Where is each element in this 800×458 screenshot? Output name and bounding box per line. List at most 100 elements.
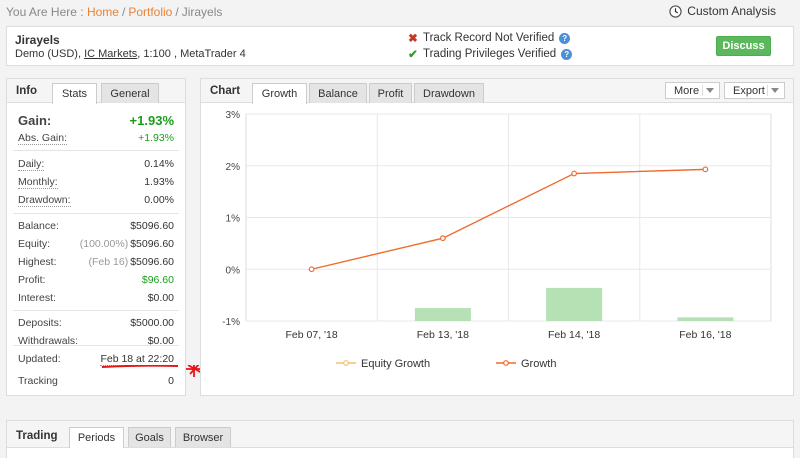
monthly-value: 1.93% [144, 176, 174, 188]
tab-browser[interactable]: Browser [175, 427, 231, 447]
tab-stats[interactable]: Stats [52, 83, 97, 104]
daily-value: 0.14% [144, 158, 174, 170]
legend-equity-label: Equity Growth [361, 358, 430, 370]
equity-label: Equity: [18, 238, 51, 250]
equity-row: Equity: (100.00%) $5096.60 [18, 238, 174, 250]
info-panel-header: Info Stats General [7, 79, 185, 104]
updated-label: Updated: [18, 353, 61, 365]
growth-point [439, 235, 446, 242]
help-icon[interactable]: ? [559, 32, 571, 44]
drawdown-label[interactable]: Drawdown: [18, 194, 71, 207]
account-header: Jirayels Demo (USD), IC Markets, 1:100 ,… [6, 26, 794, 66]
track-record-label: Track Record Not Verified [423, 32, 555, 44]
daily-row: Daily: 0.14% [18, 158, 174, 171]
breadcrumb-portfolio-link[interactable]: Portfolio [128, 5, 172, 19]
account-detail: Demo (USD), IC Markets, 1:100 , MetaTrad… [15, 48, 246, 60]
y-tick-label: -1% [222, 317, 240, 328]
breadcrumb-current: Jirayels [181, 5, 223, 19]
trading-privileges-status: ✔ Trading Privileges Verified ? [407, 47, 573, 61]
profit-value: $96.60 [141, 274, 174, 286]
y-tick-label: 1% [226, 214, 241, 225]
breadcrumb-home-link[interactable]: Home [87, 5, 119, 19]
trading-panel-title: Trading [16, 430, 58, 442]
highest-label: Highest: [18, 256, 57, 268]
help-icon[interactable]: ? [561, 48, 573, 60]
x-icon: ✖ [408, 33, 418, 45]
chart-panel-title: Chart [210, 85, 241, 97]
abs-gain-row: Abs. Gain: +1.93% [18, 132, 174, 145]
dropdown-separator [767, 85, 768, 96]
breadcrumb: You Are Here : Home / Portfolio / Jirayels [6, 5, 222, 19]
divider [13, 150, 179, 151]
legend-growth-marker [503, 360, 509, 366]
breadcrumb-prefix: You Are Here : [6, 5, 84, 19]
account-type: Demo (USD), [15, 48, 82, 60]
check-icon: ✔ [408, 49, 418, 61]
gain-value: +1.93% [129, 113, 174, 128]
tab-general[interactable]: General [101, 83, 159, 103]
export-label: Export [733, 84, 765, 97]
monthly-label[interactable]: Monthly: [18, 176, 58, 189]
broker-link[interactable]: IC Markets [84, 48, 137, 60]
balance-value: $5096.60 [130, 220, 174, 232]
account-name: Jirayels [15, 33, 60, 47]
highest-date: (Feb 16) [88, 256, 129, 268]
equity-growth-bar [546, 287, 603, 321]
growth-chart: 3% 2% 1% 0% -1% Feb 07, '18 Feb 13, '18 Feb 14,… [222, 110, 772, 370]
tracking-label: Tracking [18, 375, 58, 387]
gain-row: Gain: +1.93% [18, 113, 174, 128]
trading-privileges-label: Trading Privileges Verified [423, 48, 557, 60]
legend-growth-label: Growth [521, 358, 556, 370]
deposits-value: $5000.00 [130, 317, 174, 329]
chevron-down-icon [771, 88, 779, 93]
tab-profit[interactable]: Profit [369, 83, 412, 103]
custom-analysis-link[interactable]: Custom Analysis [669, 4, 776, 18]
clock-icon [669, 4, 682, 18]
tab-balance[interactable]: Balance [309, 83, 367, 103]
tab-drawdown[interactable]: Drawdown [414, 83, 484, 103]
info-panel: Info Stats General Gain: +1.93% Abs. Gai… [6, 78, 186, 396]
info-panel-title: Info [16, 85, 38, 97]
equity-value: $5096.60 [130, 238, 174, 250]
divider [13, 345, 179, 346]
abs-gain-value: +1.93% [138, 132, 174, 144]
divider [13, 310, 179, 311]
more-label: More [674, 84, 700, 97]
breadcrumb-separator: / [175, 5, 179, 19]
growth-point [571, 170, 578, 177]
tab-goals[interactable]: Goals [128, 427, 171, 447]
export-dropdown[interactable]: Export [724, 82, 785, 99]
tab-periods[interactable]: Periods [69, 427, 124, 448]
equity-growth-bar [414, 308, 471, 321]
abs-gain-label[interactable]: Abs. Gain: [18, 132, 68, 145]
deposits-label: Deposits: [18, 317, 62, 329]
custom-analysis-label: Custom Analysis [687, 4, 776, 18]
profit-row: Profit: $96.60 [18, 274, 174, 286]
chart-panel-header: Chart Growth Balance Profit Drawdown Mor… [201, 79, 793, 104]
highest-row: Highest: (Feb 16) $5096.60 [18, 256, 174, 268]
interest-label: Interest: [18, 292, 56, 304]
gain-label: Gain: [18, 113, 52, 128]
balance-label: Balance: [18, 220, 59, 232]
deposits-row: Deposits: $5000.00 [18, 317, 174, 329]
track-record-status: ✖ Track Record Not Verified ? [407, 31, 571, 45]
legend-equity-marker [343, 360, 349, 366]
interest-value: $0.00 [147, 292, 174, 304]
balance-row: Balance: $5096.60 [18, 220, 174, 232]
y-tick-label: 2% [226, 162, 241, 173]
drawdown-value: 0.00% [144, 194, 174, 206]
x-tick-label: Feb 07, '18 [286, 329, 338, 341]
tab-growth[interactable]: Growth [252, 83, 307, 104]
red-annotation-scribble [101, 365, 204, 377]
chart-panel: Chart Growth Balance Profit Drawdown Mor… [200, 78, 794, 396]
y-tick-label: 3% [226, 110, 241, 121]
trading-panel: Trading Periods Goals Browser [6, 420, 794, 458]
daily-label[interactable]: Daily: [18, 158, 45, 171]
chevron-down-icon [706, 88, 714, 93]
more-dropdown[interactable]: More [665, 82, 720, 99]
y-tick-label: 0% [226, 265, 241, 276]
profit-label: Profit: [18, 274, 46, 286]
discuss-button[interactable]: Discuss [716, 36, 771, 56]
drawdown-row: Drawdown: 0.00% [18, 194, 174, 207]
divider [13, 213, 179, 214]
